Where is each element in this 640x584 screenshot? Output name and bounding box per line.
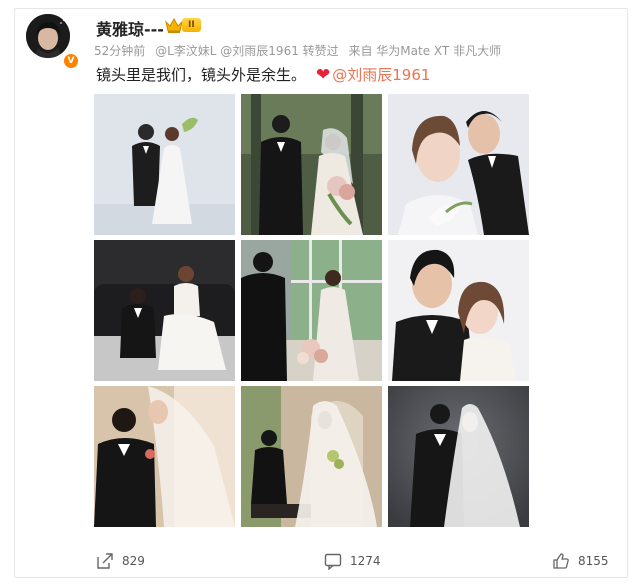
crown-icon [165,17,183,33]
action-bar: 829 1274 8155 [0,548,640,578]
photo-5[interactable] [241,240,382,381]
heart-icon: ❤ [316,64,331,85]
post-mentions[interactable]: @L李汶妹L @刘雨辰1961 转赞过 [155,44,339,58]
photo-grid [94,94,530,527]
share-count: 829 [122,554,145,568]
photo-4[interactable] [94,240,235,381]
mention-link[interactable]: @刘雨辰1961 [332,64,430,85]
like-count: 8155 [578,554,609,568]
verified-badge-icon: V [62,52,80,70]
photo-1[interactable] [94,94,235,235]
post-text: 镜头里是我们，镜头外是余生。 ❤ @刘雨辰1961 [96,64,430,85]
vip-badge[interactable]: II [164,16,208,34]
like-button[interactable]: 8155 [552,552,609,570]
username[interactable]: 黄雅琼--- [96,16,164,40]
post-meta: 52分钟前 @L李汶妹L @刘雨辰1961 转赞过 来自 华为Mate XT 非… [94,42,507,59]
photo-2[interactable] [241,94,382,235]
comment-icon [324,553,342,570]
share-button[interactable]: 829 [96,552,145,570]
post-time[interactable]: 52分钟前 [94,44,145,58]
photo-3[interactable] [388,94,529,235]
share-icon [97,553,113,569]
photo-7[interactable] [94,386,235,527]
vip-level: II [182,18,201,32]
post-body: 镜头里是我们，镜头外是余生。 [96,66,307,84]
avatar[interactable] [26,14,70,58]
photo-9[interactable] [388,386,529,527]
photo-6[interactable] [388,240,529,381]
photo-8[interactable] [241,386,382,527]
thumbs-up-icon [553,553,569,569]
post-source: 来自 华为Mate XT 非凡大师 [348,44,502,58]
comment-button[interactable]: 1274 [324,552,381,570]
comment-count: 1274 [350,554,381,568]
